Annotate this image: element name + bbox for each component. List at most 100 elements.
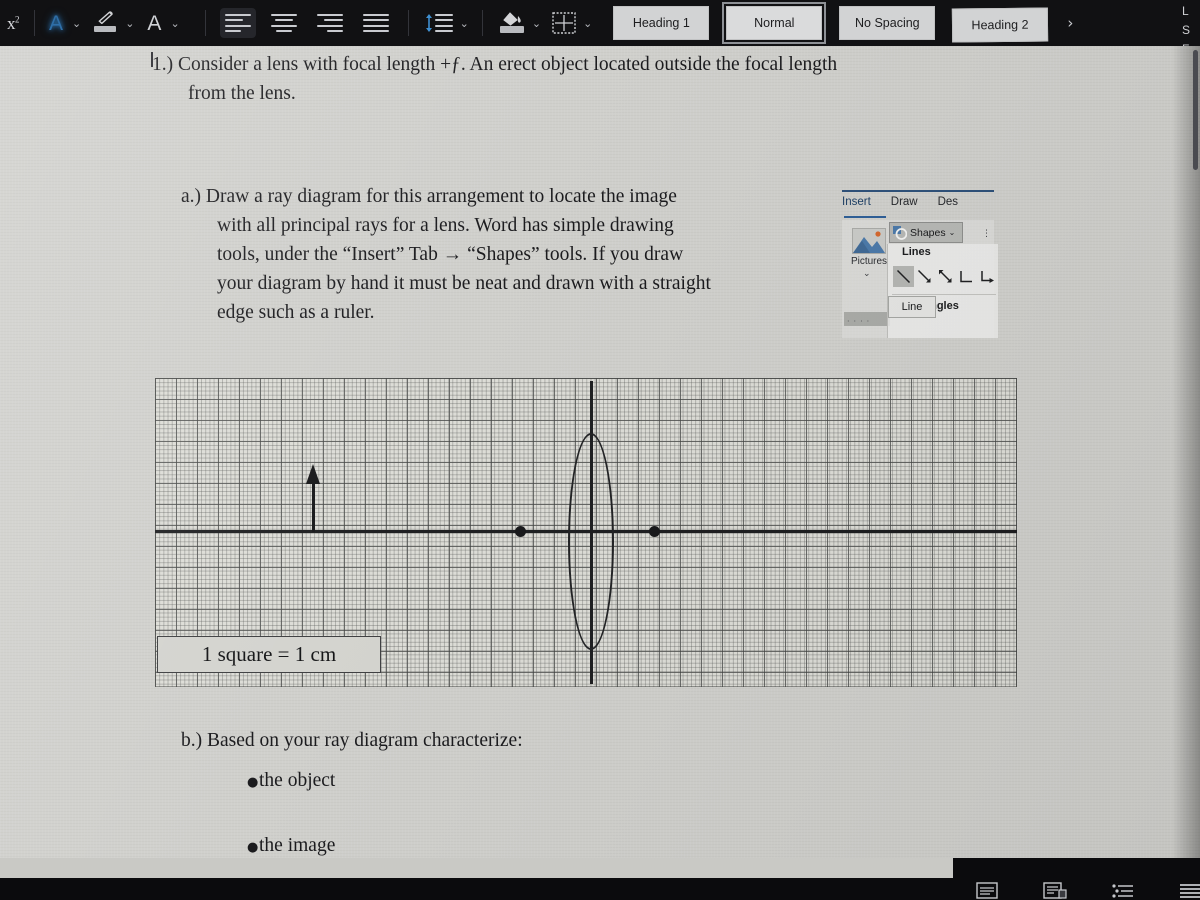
align-center-icon [270, 14, 297, 32]
align-center-button[interactable] [266, 8, 302, 38]
shapes-chevron-down-icon[interactable]: ⌄ [949, 228, 956, 237]
question-b-heading-text: b.) Based on your ray diagram characteri… [181, 730, 523, 751]
divider [34, 10, 35, 36]
more-options-kebab-icon[interactable]: ⋮ [982, 229, 991, 238]
page-view-icon[interactable] [975, 881, 999, 899]
spacing-shading-group: ⌄ ⌄ ⌄ [421, 0, 600, 46]
mini-ribbon-body: Pictures ⌄ ···· Shapes ⌄ Lines angles Li… [842, 220, 998, 338]
question-a-line-1: a.) Draw a ray diagram for this arrangem… [181, 186, 677, 207]
question-a-line-5: edge such as a ruler. [217, 302, 375, 323]
line-double-arrow-shape-icon[interactable] [935, 266, 956, 287]
line-spacing-lines [434, 14, 453, 32]
line-shape-icon[interactable] [893, 266, 914, 287]
shading-chevron-down-icon[interactable]: ⌄ [529, 18, 548, 29]
text-highlight-button[interactable] [88, 8, 122, 38]
insert-mini-ribbon[interactable]: Insert Draw Des Pictures ⌄ ···· Shapes ⌄… [838, 190, 998, 338]
borders-button[interactable] [548, 8, 580, 38]
highlighter-pen-icon [91, 10, 119, 36]
align-justify-button[interactable] [358, 8, 394, 38]
question-a-line-2: with all principal rays for a lens. Word… [217, 215, 674, 236]
style-heading-2[interactable]: Heading 2 [952, 7, 1049, 43]
shading-button[interactable] [495, 8, 529, 38]
font-color-chevron-down-icon[interactable]: ⌄ [167, 18, 186, 29]
tab-draw[interactable]: Draw [891, 196, 918, 208]
shapes-button[interactable]: Shapes ⌄ [889, 222, 963, 243]
list-item[interactable]: ● the image [181, 831, 335, 858]
list-item[interactable]: ● the object [181, 766, 335, 797]
ribbon-right-edge-labels: L S F [1182, 2, 1198, 46]
style-normal[interactable]: Normal [722, 2, 827, 44]
list-item-label: the image [259, 835, 336, 856]
question-1-text[interactable]: 1.) Consider a lens with focal length +ƒ… [152, 50, 1012, 108]
line-spacing-icon [424, 13, 454, 33]
tab-insert[interactable]: Insert [842, 196, 871, 208]
style-heading-1[interactable]: Heading 1 [613, 6, 710, 40]
right-edge-line-1: L [1182, 4, 1189, 18]
align-justify-icon [362, 14, 389, 32]
scale-legend-box: 1 square = 1 cm [157, 636, 381, 673]
text-effects-chevron-down-icon[interactable]: ⌄ [69, 18, 88, 29]
highlight-chevron-down-icon[interactable]: ⌄ [122, 18, 141, 29]
object-arrow-shaft [312, 478, 315, 532]
pictures-icon [852, 228, 886, 254]
style-gallery: Heading 1 Normal No Spacing Heading 2 › [613, 0, 1073, 46]
question-a-line-3: tools, under the “Insert” Tab → “Shapes”… [217, 244, 684, 265]
question-a-text[interactable]: a.) Draw a ray diagram for this arrangem… [181, 182, 831, 327]
borders-chevron-down-icon[interactable]: ⌄ [580, 18, 599, 29]
ray-diagram-graph-paper[interactable]: 1 square = 1 cm [155, 378, 1017, 687]
line-spacing-chevron-down-icon[interactable]: ⌄ [457, 18, 476, 29]
align-right-button[interactable] [312, 8, 348, 38]
paint-bucket-icon [498, 10, 526, 36]
question-a-line-4: your diagram by hand it must be neat and… [217, 273, 711, 294]
align-left-icon [224, 14, 251, 32]
bullet-icon: ● [247, 840, 259, 855]
divider [407, 10, 409, 36]
mini-ribbon-tabs: Insert Draw Des [842, 196, 958, 208]
tab-design[interactable]: Des [938, 196, 958, 208]
scale-legend-text: 1 square = 1 cm [201, 642, 337, 666]
line-spacing-button[interactable] [421, 8, 457, 38]
font-color-button[interactable]: A [141, 8, 167, 38]
list-view-icon[interactable] [1179, 882, 1200, 899]
tab-insert-underline [844, 216, 886, 218]
align-right-icon [316, 14, 343, 32]
align-left-button[interactable] [219, 8, 256, 38]
web-layout-icon[interactable] [1043, 881, 1067, 899]
pictures-button[interactable]: Pictures ⌄ [848, 226, 890, 284]
bottom-bar [0, 858, 1200, 900]
superscript-button[interactable]: x2 [0, 8, 26, 38]
elbow-arrow-connector-shape-icon[interactable] [977, 266, 998, 287]
font-group: x2 A ⌄ ⌄ A ⌄ [0, 0, 187, 46]
line-arrow-shape-icon[interactable] [914, 266, 935, 287]
question-b-heading[interactable]: b.) Based on your ray diagram characteri… [181, 726, 661, 755]
pictures-label: Pictures [850, 256, 888, 267]
vertical-scrollbar-thumb[interactable] [1193, 50, 1198, 170]
font-color-icon: A [147, 11, 162, 35]
right-edge-line-2: S [1182, 23, 1191, 37]
list-item-label: the object [259, 770, 336, 791]
view-mode-icons [975, 880, 1200, 900]
focal-point-right-dot [649, 526, 660, 537]
ribbon-toolbar: x2 A ⌄ ⌄ A ⌄ ⌄ ⌄ ⌄ Heading 1 Normal No S… [0, 0, 1200, 46]
focal-point-left-dot [515, 526, 526, 537]
elbow-connector-shape-icon[interactable] [956, 266, 977, 287]
line-shape-tooltip-label: Line [901, 301, 923, 313]
question-1-line-1: 1.) Consider a lens with focal length +ƒ… [152, 54, 838, 75]
shapes-label: Shapes [910, 226, 946, 239]
line-shape-tooltip: Line [888, 296, 936, 318]
divider [204, 10, 206, 36]
document-page[interactable]: 1.) Consider a lens with focal length +ƒ… [0, 46, 1200, 858]
lines-section-heading: Lines [902, 246, 931, 258]
style-no-spacing[interactable]: No Spacing [839, 6, 936, 40]
borders-grid-icon [552, 12, 576, 34]
question-1-line-2: from the lens. [188, 83, 296, 104]
text-effects-icon: A [48, 11, 63, 35]
converging-lens-shape [568, 433, 614, 650]
pictures-chevron-down-icon[interactable]: ⌄ [863, 269, 871, 279]
paragraph-align-group [219, 0, 394, 46]
text-effects-button[interactable]: A [43, 8, 69, 38]
style-gallery-more-chevron-right-icon[interactable]: › [1067, 14, 1073, 32]
shapes-flyout-menu[interactable]: Lines angles Line [887, 244, 998, 338]
page-bottom-edge [0, 858, 953, 878]
outline-view-icon[interactable] [1111, 882, 1135, 899]
